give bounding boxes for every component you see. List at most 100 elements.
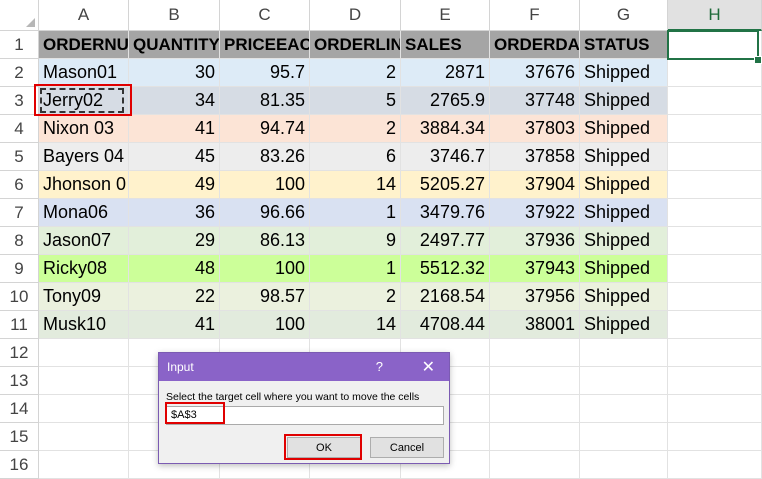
row-header-1[interactable]: 1 [0,31,39,59]
data-cell-a2[interactable]: Mason01 [39,59,129,87]
close-icon[interactable]: ✕ [422,357,435,377]
column-header-a[interactable]: A [39,0,129,31]
data-cell-f8[interactable]: 37936 [490,227,580,255]
data-cell-a10[interactable]: Tony09 [39,283,129,311]
data-cell-c6[interactable]: 100 [220,171,310,199]
data-cell-e3[interactable]: 2765.9 [401,87,490,115]
data-cell-d6[interactable]: 14 [310,171,401,199]
cell-h2[interactable] [668,59,762,87]
cell-h10[interactable] [668,283,762,311]
data-cell-e2[interactable]: 2871 [401,59,490,87]
data-cell-e10[interactable]: 2168.54 [401,283,490,311]
data-cell-a9[interactable]: Ricky08 [39,255,129,283]
help-icon[interactable]: ? [376,359,383,374]
empty-cell-f16[interactable] [490,451,580,479]
row-header-7[interactable]: 7 [0,199,39,227]
data-cell-c7[interactable]: 96.66 [220,199,310,227]
header-cell-d[interactable]: ORDERLIN [310,31,401,59]
header-cell-e[interactable]: SALES [401,31,490,59]
header-cell-f[interactable]: ORDERDA [490,31,580,59]
data-cell-a7[interactable]: Mona06 [39,199,129,227]
cell-h3[interactable] [668,87,762,115]
data-cell-d3[interactable]: 5 [310,87,401,115]
row-header-15[interactable]: 15 [0,423,39,451]
data-cell-d5[interactable]: 6 [310,143,401,171]
data-cell-b11[interactable]: 41 [129,311,220,339]
data-cell-b7[interactable]: 36 [129,199,220,227]
data-cell-e11[interactable]: 4708.44 [401,311,490,339]
row-header-2[interactable]: 2 [0,59,39,87]
data-cell-f9[interactable]: 37943 [490,255,580,283]
empty-cell-f12[interactable] [490,339,580,367]
empty-cell-a16[interactable] [39,451,129,479]
data-cell-f10[interactable]: 37956 [490,283,580,311]
data-cell-e9[interactable]: 5512.32 [401,255,490,283]
header-cell-a[interactable]: ORDERNU [39,31,129,59]
empty-cell-h14[interactable] [668,395,762,423]
data-cell-c11[interactable]: 100 [220,311,310,339]
row-header-10[interactable]: 10 [0,283,39,311]
row-header-14[interactable]: 14 [0,395,39,423]
data-cell-b3[interactable]: 34 [129,87,220,115]
cell-h7[interactable] [668,199,762,227]
data-cell-g5[interactable]: Shipped [580,143,668,171]
cell-h11[interactable] [668,311,762,339]
data-cell-g11[interactable]: Shipped [580,311,668,339]
empty-cell-f14[interactable] [490,395,580,423]
data-cell-e4[interactable]: 3884.34 [401,115,490,143]
data-cell-g9[interactable]: Shipped [580,255,668,283]
data-cell-a6[interactable]: Jhonson 0 [39,171,129,199]
data-cell-b8[interactable]: 29 [129,227,220,255]
data-cell-g10[interactable]: Shipped [580,283,668,311]
data-cell-e7[interactable]: 3479.76 [401,199,490,227]
column-header-h[interactable]: H [668,0,762,31]
column-header-f[interactable]: F [490,0,580,31]
data-cell-c8[interactable]: 86.13 [220,227,310,255]
data-cell-d8[interactable]: 9 [310,227,401,255]
row-header-5[interactable]: 5 [0,143,39,171]
cell-h5[interactable] [668,143,762,171]
cell-h6[interactable] [668,171,762,199]
select-all-corner[interactable] [0,0,39,31]
data-cell-f2[interactable]: 37676 [490,59,580,87]
data-cell-d10[interactable]: 2 [310,283,401,311]
data-cell-b4[interactable]: 41 [129,115,220,143]
data-cell-d2[interactable]: 2 [310,59,401,87]
header-cell-g[interactable]: STATUS [580,31,668,59]
data-cell-c2[interactable]: 95.7 [220,59,310,87]
data-cell-b2[interactable]: 30 [129,59,220,87]
data-cell-a11[interactable]: Musk10 [39,311,129,339]
empty-cell-g15[interactable] [580,423,668,451]
column-header-g[interactable]: G [580,0,668,31]
data-cell-f3[interactable]: 37748 [490,87,580,115]
data-cell-g8[interactable]: Shipped [580,227,668,255]
empty-cell-h16[interactable] [668,451,762,479]
column-header-c[interactable]: C [220,0,310,31]
data-cell-b9[interactable]: 48 [129,255,220,283]
header-cell-b[interactable]: QUANTITY [129,31,220,59]
data-cell-a5[interactable]: Bayers 04 [39,143,129,171]
row-header-8[interactable]: 8 [0,227,39,255]
data-cell-f7[interactable]: 37922 [490,199,580,227]
empty-cell-g12[interactable] [580,339,668,367]
row-header-13[interactable]: 13 [0,367,39,395]
data-cell-g7[interactable]: Shipped [580,199,668,227]
empty-cell-a12[interactable] [39,339,129,367]
data-cell-a4[interactable]: Nixon 03 [39,115,129,143]
data-cell-g4[interactable]: Shipped [580,115,668,143]
data-cell-b10[interactable]: 22 [129,283,220,311]
cell-h8[interactable] [668,227,762,255]
empty-cell-g13[interactable] [580,367,668,395]
empty-cell-a14[interactable] [39,395,129,423]
data-cell-f4[interactable]: 37803 [490,115,580,143]
row-header-16[interactable]: 16 [0,451,39,479]
row-header-4[interactable]: 4 [0,115,39,143]
data-cell-g2[interactable]: Shipped [580,59,668,87]
data-cell-e5[interactable]: 3746.7 [401,143,490,171]
empty-cell-f15[interactable] [490,423,580,451]
data-cell-f6[interactable]: 37904 [490,171,580,199]
data-cell-c10[interactable]: 98.57 [220,283,310,311]
data-cell-g3[interactable]: Shipped [580,87,668,115]
row-header-6[interactable]: 6 [0,171,39,199]
column-header-b[interactable]: B [129,0,220,31]
